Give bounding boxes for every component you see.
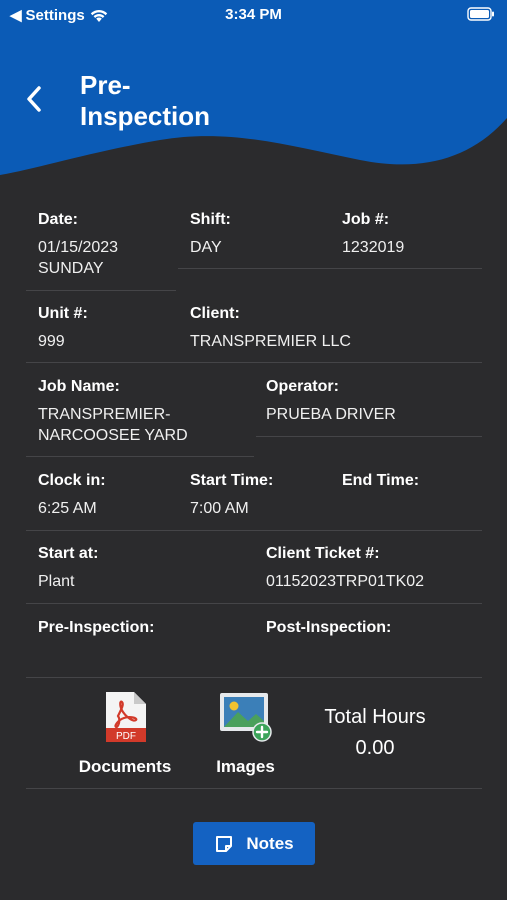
post-inspection-label: Post-Inspection: bbox=[266, 619, 392, 636]
images-button[interactable]: Images bbox=[208, 690, 283, 777]
divider bbox=[178, 268, 482, 269]
operator-value: PRUEBA DRIVER bbox=[266, 406, 396, 423]
divider bbox=[26, 677, 482, 678]
divider bbox=[26, 456, 254, 457]
total-hours-value: 0.00 bbox=[355, 737, 395, 759]
operator-field: Operator: PRUEBA DRIVER bbox=[266, 377, 396, 425]
end-time-label: End Time: bbox=[342, 472, 420, 489]
images-label: Images bbox=[216, 757, 275, 776]
documents-label: Documents bbox=[78, 757, 172, 776]
actions-row: PDF Documents Images Total Hours 0.00 bbox=[0, 690, 507, 780]
pdf-icon-text: PDF bbox=[116, 731, 136, 742]
shift-field: Shift: DAY bbox=[190, 210, 231, 258]
unit-number-value: 999 bbox=[38, 333, 65, 350]
date-label: Date: bbox=[38, 211, 79, 228]
documents-button[interactable]: PDF Documents bbox=[70, 690, 180, 777]
date-value: 01/15/2023 SUNDAY bbox=[38, 239, 119, 277]
client-ticket-value: 01152023TRP01TK02 bbox=[266, 573, 425, 590]
clock-in-field: Clock in: 6:25 AM bbox=[38, 471, 106, 519]
job-number-field: Job #: 1232019 bbox=[342, 210, 404, 258]
start-at-label: Start at: bbox=[38, 545, 99, 562]
pre-inspection-field: Pre-Inspection: bbox=[38, 618, 154, 645]
clock-in-value: 6:25 AM bbox=[38, 500, 97, 517]
unit-number-label: Unit #: bbox=[38, 305, 88, 322]
divider bbox=[26, 290, 176, 291]
job-name-field: Job Name: TRANSPREMIER- NARCOOSEE YARD bbox=[38, 377, 188, 446]
end-time-field: End Time: bbox=[342, 471, 419, 498]
unit-number-field: Unit #: 999 bbox=[38, 304, 88, 352]
pre-inspection-label: Pre-Inspection: bbox=[38, 619, 155, 636]
start-time-value: 7:00 AM bbox=[190, 500, 249, 517]
job-name-label: Job Name: bbox=[38, 378, 120, 395]
image-add-icon bbox=[219, 693, 272, 742]
battery-icon bbox=[467, 7, 495, 25]
divider bbox=[26, 603, 482, 604]
status-bar: ◀ Settings 3:34 PM bbox=[0, 0, 507, 30]
job-number-value: 1232019 bbox=[342, 239, 405, 256]
client-label: Client: bbox=[190, 305, 240, 322]
shift-label: Shift: bbox=[190, 211, 231, 228]
total-hours: Total Hours 0.00 bbox=[300, 706, 450, 760]
divider bbox=[256, 436, 482, 437]
client-ticket-field: Client Ticket #: 01152023TRP01TK02 bbox=[266, 544, 424, 592]
job-number-label: Job #: bbox=[342, 211, 390, 228]
divider bbox=[26, 362, 482, 363]
start-at-field: Start at: Plant bbox=[38, 544, 98, 592]
back-chevron-icon bbox=[27, 86, 41, 112]
operator-label: Operator: bbox=[266, 378, 339, 395]
notes-label: Notes bbox=[246, 833, 294, 853]
date-field: Date: 01/15/2023 SUNDAY bbox=[38, 210, 118, 279]
client-value: TRANSPREMIER LLC bbox=[190, 333, 351, 350]
total-hours-label: Total Hours bbox=[324, 706, 426, 728]
notes-button[interactable]: Notes bbox=[193, 822, 315, 865]
job-name-value: TRANSPREMIER- NARCOOSEE YARD bbox=[38, 406, 188, 444]
client-field: Client: TRANSPREMIER LLC bbox=[190, 304, 351, 352]
divider bbox=[26, 530, 482, 531]
pdf-icon: PDF bbox=[106, 692, 146, 742]
status-time: 3:34 PM bbox=[225, 6, 282, 23]
client-ticket-label: Client Ticket #: bbox=[266, 545, 380, 562]
clock-in-label: Clock in: bbox=[38, 472, 106, 489]
start-at-value: Plant bbox=[38, 573, 75, 590]
start-time-label: Start Time: bbox=[190, 472, 274, 489]
page-title: Pre- Inspection bbox=[80, 70, 211, 131]
post-inspection-field: Post-Inspection: bbox=[266, 618, 391, 645]
shift-value: DAY bbox=[190, 239, 222, 256]
divider bbox=[26, 788, 482, 789]
note-icon bbox=[216, 835, 233, 852]
start-time-field: Start Time: 7:00 AM bbox=[190, 471, 273, 519]
back-button[interactable] bbox=[18, 82, 52, 116]
